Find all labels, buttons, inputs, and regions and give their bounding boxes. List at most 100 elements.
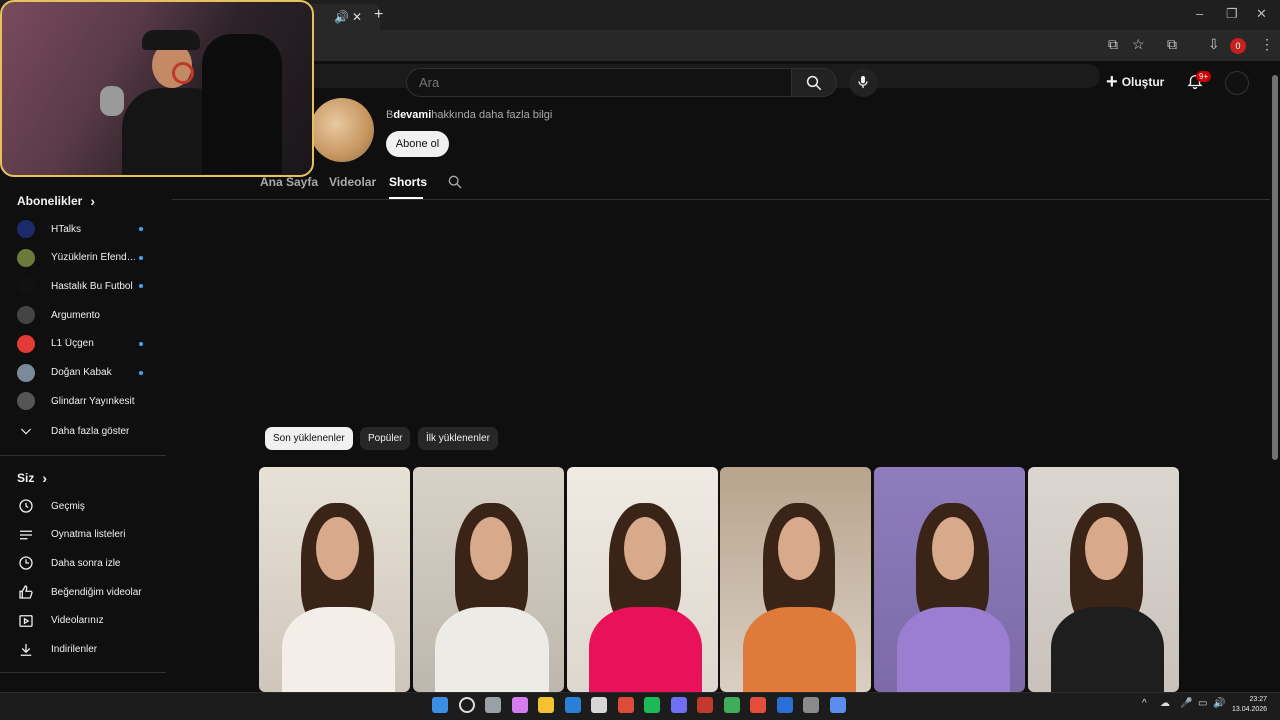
browser-menu-icon[interactable]: ⋮: [1260, 36, 1274, 53]
short-thumbnail[interactable]: [1028, 467, 1179, 692]
search-box[interactable]: [406, 68, 792, 97]
subscription-item[interactable]: Glindarr Yayınkesit: [17, 390, 165, 412]
create-button[interactable]: + Oluştur: [1106, 70, 1164, 94]
notifications-count-badge: 9+: [1196, 71, 1212, 82]
taskbar-app-icon[interactable]: [538, 697, 554, 713]
taskbar-app-icon[interactable]: [670, 697, 687, 713]
show-more-button[interactable]: Daha fazla göster: [17, 420, 165, 442]
taskbar-app-icon[interactable]: [564, 697, 581, 713]
new-tab-icon[interactable]: +: [374, 6, 383, 24]
thumbnail-body: [1050, 606, 1164, 692]
search-icon: [806, 75, 822, 91]
short-thumbnail[interactable]: [874, 467, 1026, 692]
subscribe-button[interactable]: Abone ol: [386, 131, 449, 157]
short-thumbnail[interactable]: [412, 467, 564, 692]
tray-app-icon[interactable]: ☁: [1160, 698, 1170, 709]
window-close-icon[interactable]: ✕: [1256, 6, 1267, 22]
channel-avatar[interactable]: [310, 98, 374, 162]
taskbar-app-icon[interactable]: [485, 697, 501, 713]
minimize-icon[interactable]: –: [1196, 6, 1203, 21]
subscription-label: Doğan Kabak: [51, 367, 112, 378]
bookmark-star-icon[interactable]: ☆: [1132, 36, 1145, 53]
channel-avatar-icon: [17, 392, 35, 411]
sidebar-divider: [0, 672, 166, 673]
scrollbar-thumb[interactable]: [1272, 75, 1278, 460]
subscription-item[interactable]: Argumento: [17, 304, 165, 326]
channel-more-info-link[interactable]: Bdevamihakkında daha fazla bilgi: [386, 109, 552, 121]
short-thumbnail[interactable]: [720, 467, 872, 692]
subscription-item[interactable]: HTalks: [17, 218, 165, 240]
chevron-down-icon: [17, 422, 35, 440]
audio-playing-icon[interactable]: 🔊: [334, 10, 349, 24]
thumbnail-face: [777, 516, 821, 580]
subscription-item[interactable]: Doğan Kabak: [17, 362, 165, 384]
thumbnail-body: [435, 606, 549, 692]
start-menu-icon[interactable]: [432, 697, 448, 713]
taskbar-app-icon[interactable]: [803, 697, 819, 713]
taskbar-app-icon[interactable]: [644, 697, 660, 713]
your-videos-icon: [17, 612, 35, 630]
subscription-item[interactable]: L1 Üçgen: [17, 333, 165, 355]
you-item-playlists[interactable]: Oynatma listeleri: [17, 524, 165, 546]
subscription-item[interactable]: Hastalık Bu Futbol: [17, 275, 165, 297]
extensions-icon[interactable]: ⧉: [1167, 36, 1177, 53]
account-avatar[interactable]: [1225, 71, 1249, 95]
profile-badge[interactable]: 0: [1230, 38, 1246, 54]
you-item-download[interactable]: İndirilenler: [17, 639, 165, 661]
channel-avatar-icon: [17, 248, 35, 267]
taskbar-app-icon[interactable]: [697, 697, 713, 713]
taskbar-app-icon[interactable]: [750, 697, 766, 713]
gaming-chair: [202, 34, 282, 174]
thumbnail-face: [470, 516, 513, 580]
thumbnail-body: [743, 606, 857, 692]
new-content-dot: [139, 227, 143, 231]
maximize-icon[interactable]: ❐: [1226, 6, 1238, 22]
you-item-label: Oynatma listeleri: [51, 529, 126, 541]
search-input[interactable]: [419, 75, 779, 90]
short-thumbnail[interactable]: [259, 467, 410, 692]
search-button[interactable]: [791, 68, 837, 97]
you-section-header[interactable]: Siz ›: [17, 470, 47, 486]
tray-volume-icon[interactable]: 🔊: [1213, 698, 1225, 709]
tray-chevron-icon[interactable]: ^: [1142, 698, 1147, 709]
you-item-your-videos[interactable]: Videolarınız: [17, 610, 165, 632]
thumbnail-face: [1085, 516, 1128, 580]
taskbar-app-icon[interactable]: [617, 697, 634, 713]
taskbar-app-icon[interactable]: [511, 697, 528, 713]
like-icon: [17, 583, 35, 601]
voice-search-button[interactable]: [849, 68, 878, 97]
subscription-label: Yüzüklerin Efend…: [51, 252, 135, 264]
create-label: Oluştur: [1121, 75, 1165, 89]
short-thumbnail[interactable]: [566, 467, 718, 692]
taskbar-app-icon[interactable]: [723, 697, 740, 713]
taskbar-app-icon[interactable]: [591, 697, 607, 713]
chevron-right-icon: ›: [90, 193, 96, 209]
tray-mic-icon[interactable]: 🎤: [1180, 698, 1192, 709]
channel-search-icon[interactable]: [447, 174, 463, 190]
taskbar-search-icon[interactable]: [458, 697, 475, 713]
chip-popular[interactable]: Popüler: [360, 427, 411, 450]
tab-videos[interactable]: Videolar: [329, 175, 376, 189]
you-item-history[interactable]: Geçmiş: [17, 495, 165, 517]
subscription-item[interactable]: Yüzüklerin Efend…: [17, 247, 165, 269]
new-content-dot: [139, 255, 143, 260]
you-item-label: Daha sonra izle: [51, 557, 121, 569]
tray-monitor-icon[interactable]: ▭: [1198, 698, 1207, 709]
taskbar-clock[interactable]: 23:27 13.04.2026: [1232, 695, 1267, 715]
download-icon[interactable]: ⇩: [1208, 36, 1220, 53]
you-item-like[interactable]: Beğendiğim videolar: [17, 581, 165, 603]
chip-oldest[interactable]: İlk yüklenenler: [418, 427, 498, 450]
subscriptions-header[interactable]: Abonelikler ›: [17, 193, 95, 209]
tab-shorts[interactable]: Shorts: [389, 175, 427, 189]
chevron-right-icon: ›: [42, 470, 48, 486]
taskbar-app-icon[interactable]: [776, 697, 793, 713]
subscription-label: Hastalık Bu Futbol: [51, 280, 133, 292]
you-item-watch-later[interactable]: Daha sonra izle: [17, 552, 165, 574]
close-tab-icon[interactable]: ✕: [352, 10, 362, 24]
microphone-icon: [858, 76, 868, 88]
tab-home[interactable]: Ana Sayfa: [260, 175, 318, 189]
chip-latest[interactable]: Son yüklenenler: [265, 427, 353, 450]
taskbar-app-icon[interactable]: [829, 697, 846, 713]
watch-later-icon: [17, 554, 35, 572]
install-app-icon[interactable]: ⧉: [1108, 36, 1118, 53]
